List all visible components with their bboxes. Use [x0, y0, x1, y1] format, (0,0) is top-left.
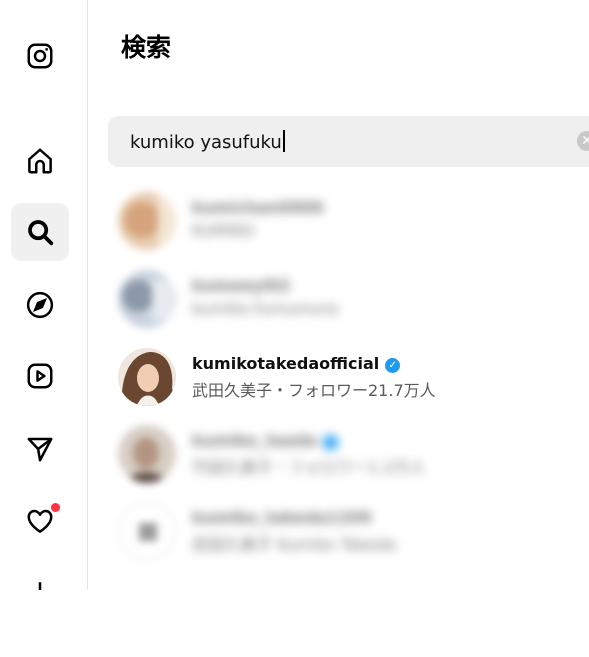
result-subtitle: 武田久美子・フォロワー21.7万人 — [192, 381, 436, 400]
result-subtitle: KUMIKO — [192, 221, 255, 240]
result-subtitle: 武田久美子 Kumiko Takeda — [192, 535, 396, 554]
text-caret — [282, 130, 285, 152]
instagram-logo-icon[interactable] — [11, 27, 69, 85]
result-username: kumikotakedaofficial ✓ — [192, 354, 401, 373]
avatar — [118, 425, 176, 483]
explore-compass-icon[interactable] — [11, 276, 69, 334]
result-username: kumichan0906 — [192, 198, 324, 217]
search-icon[interactable] — [11, 203, 69, 261]
result-subtitle: 竹田久美子・フォロワー1.2万人 — [192, 458, 426, 477]
avatar — [118, 348, 176, 406]
search-input[interactable]: kumiko yasufuku — [130, 130, 285, 153]
search-result[interactable]: kumiko_takeda1209 武田久美子 Kumiko Takeda — [118, 502, 568, 564]
search-result[interactable]: kumikotakedaofficial ✓ 武田久美子・フォロワー21.7万人 — [118, 348, 568, 410]
messages-send-icon[interactable] — [11, 420, 69, 478]
verified-badge-icon: ✓ — [322, 435, 338, 450]
page-title: 検索 — [121, 33, 172, 62]
clear-search-icon[interactable]: ✕ — [577, 131, 589, 151]
verified-badge-icon: ✓ — [385, 358, 401, 373]
result-username: kumeeyl02 — [192, 276, 291, 295]
search-result[interactable]: kumeeyl02 kumiko.fumumura — [118, 270, 568, 332]
nav-rail — [0, 0, 88, 590]
search-result[interactable]: kumichan0906 KUMIKO — [118, 192, 568, 254]
home-icon[interactable] — [11, 132, 69, 190]
app-frame: 検索 kumiko yasufuku ✕ kumichan0906 KUMIKO… — [0, 0, 589, 590]
create-plus-icon[interactable] — [11, 563, 69, 590]
notification-dot — [50, 502, 61, 513]
result-subtitle: kumiko.fumumura — [192, 299, 338, 318]
avatar — [118, 270, 176, 328]
notifications-heart-icon[interactable] — [11, 492, 69, 550]
avatar — [118, 502, 176, 560]
search-bar[interactable]: kumiko yasufuku ✕ — [108, 116, 589, 167]
avatar — [118, 192, 176, 250]
search-result[interactable]: kumiko_taada ✓ 竹田久美子・フォロワー1.2万人 — [118, 425, 568, 487]
reels-icon[interactable] — [11, 347, 69, 405]
result-username: kumiko_taada ✓ — [192, 431, 338, 450]
result-username: kumiko_takeda1209 — [192, 508, 372, 527]
